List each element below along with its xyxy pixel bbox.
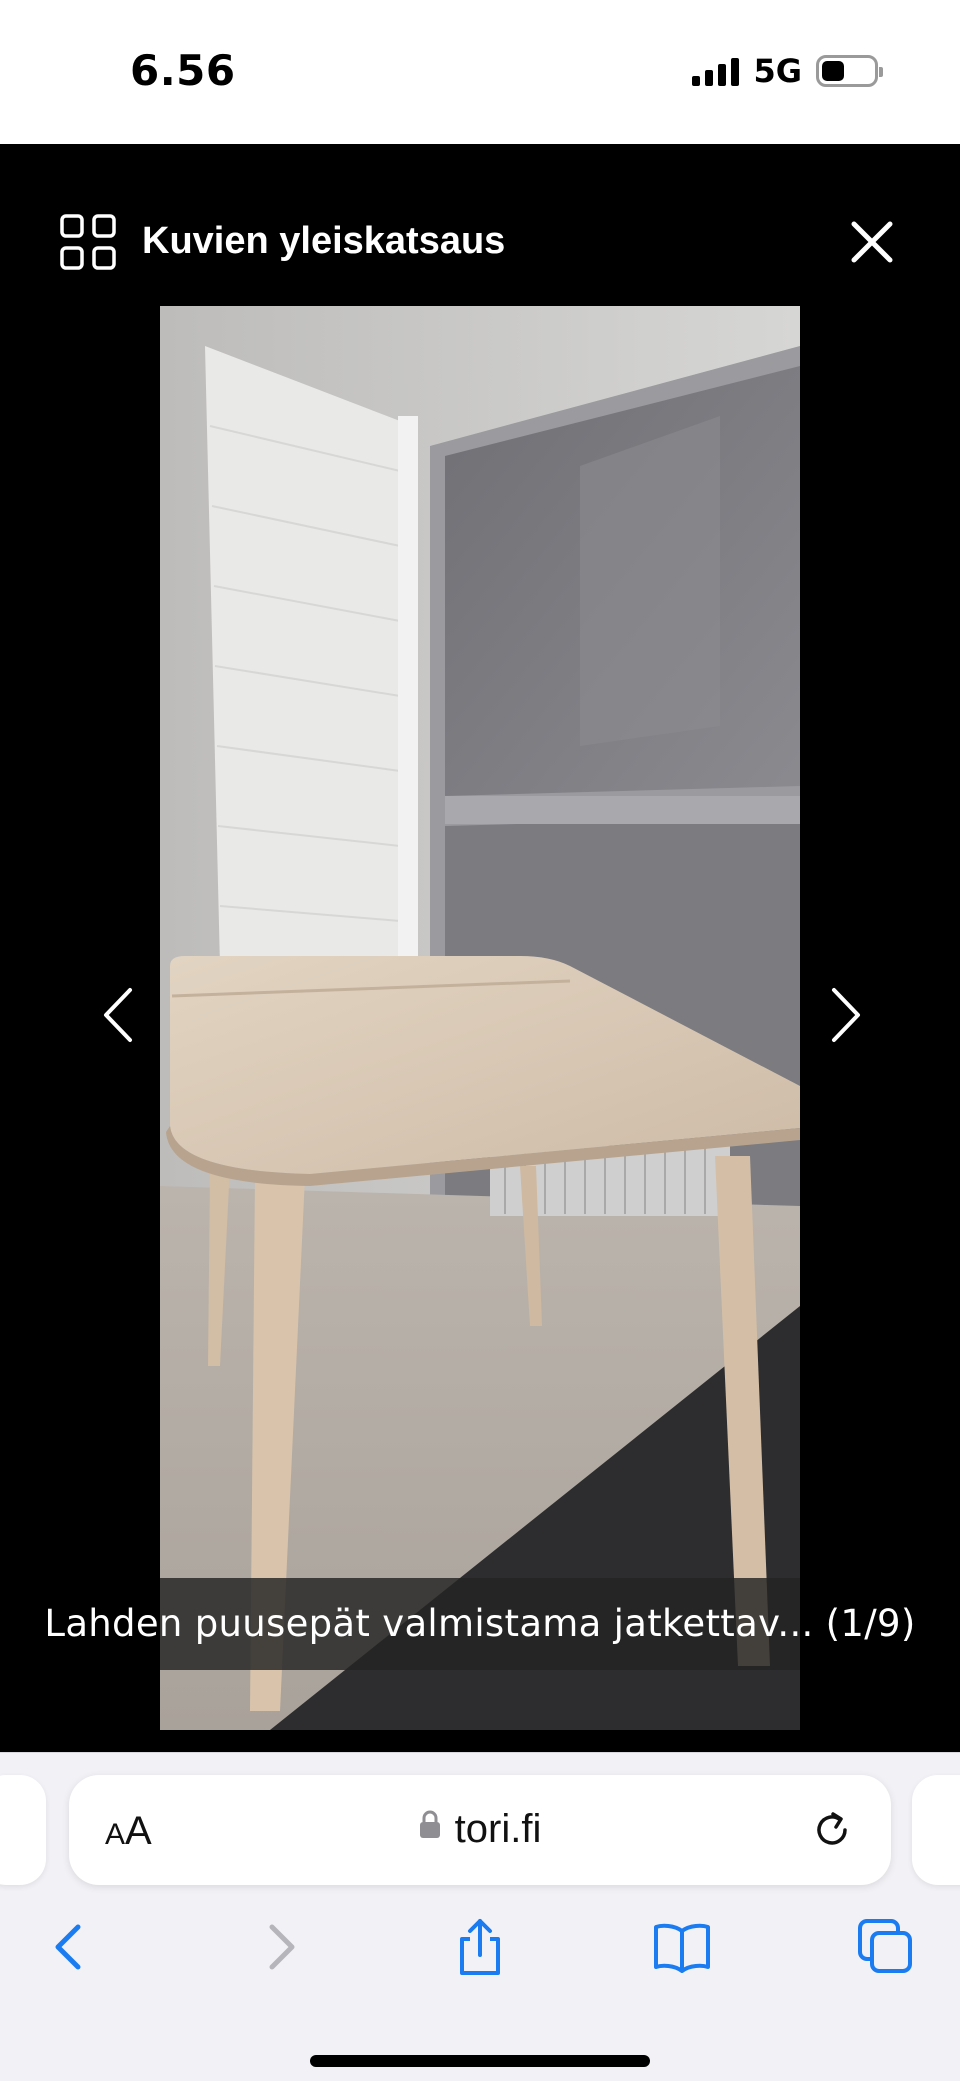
network-type: 5G	[753, 52, 802, 90]
status-bar: 6.56 5G	[0, 0, 960, 144]
previous-tab-preview[interactable]	[0, 1775, 46, 1885]
image-viewer: Kuvien yleiskatsaus Lahden puusepät valm…	[0, 144, 960, 1752]
tabs-icon[interactable]	[856, 1917, 916, 1977]
close-icon[interactable]	[846, 216, 898, 268]
reload-icon[interactable]	[809, 1807, 855, 1853]
lock-icon	[419, 1809, 441, 1844]
browser-bottom-bar: AA tori.fi	[0, 1752, 960, 2081]
share-icon[interactable]	[450, 1917, 510, 1977]
listing-photo[interactable]	[160, 306, 800, 1730]
next-tab-preview[interactable]	[912, 1775, 960, 1885]
browser-toolbar	[0, 1901, 960, 2001]
back-icon[interactable]	[42, 1917, 102, 1977]
url-display[interactable]: tori.fi	[69, 1807, 891, 1852]
url-text[interactable]: tori.fi	[455, 1807, 542, 1852]
bookmarks-icon[interactable]	[652, 1917, 712, 1977]
status-indicators: 5G	[692, 52, 883, 90]
home-indicator[interactable]	[310, 2055, 650, 2067]
signal-icon	[692, 56, 740, 86]
address-bar[interactable]: AA tori.fi	[69, 1775, 891, 1885]
viewer-title[interactable]: Kuvien yleiskatsaus	[142, 220, 505, 263]
grid-overview-icon[interactable]	[60, 214, 116, 270]
battery-icon	[816, 55, 883, 87]
forward-icon[interactable]	[250, 1917, 310, 1977]
chevron-right-icon[interactable]	[818, 982, 872, 1048]
image-caption: Lahden puusepät valmistama jatkettav... …	[44, 1602, 916, 1645]
viewer-header: Kuvien yleiskatsaus	[0, 144, 960, 294]
status-time: 6.56	[130, 46, 236, 95]
chevron-left-icon[interactable]	[92, 982, 146, 1048]
